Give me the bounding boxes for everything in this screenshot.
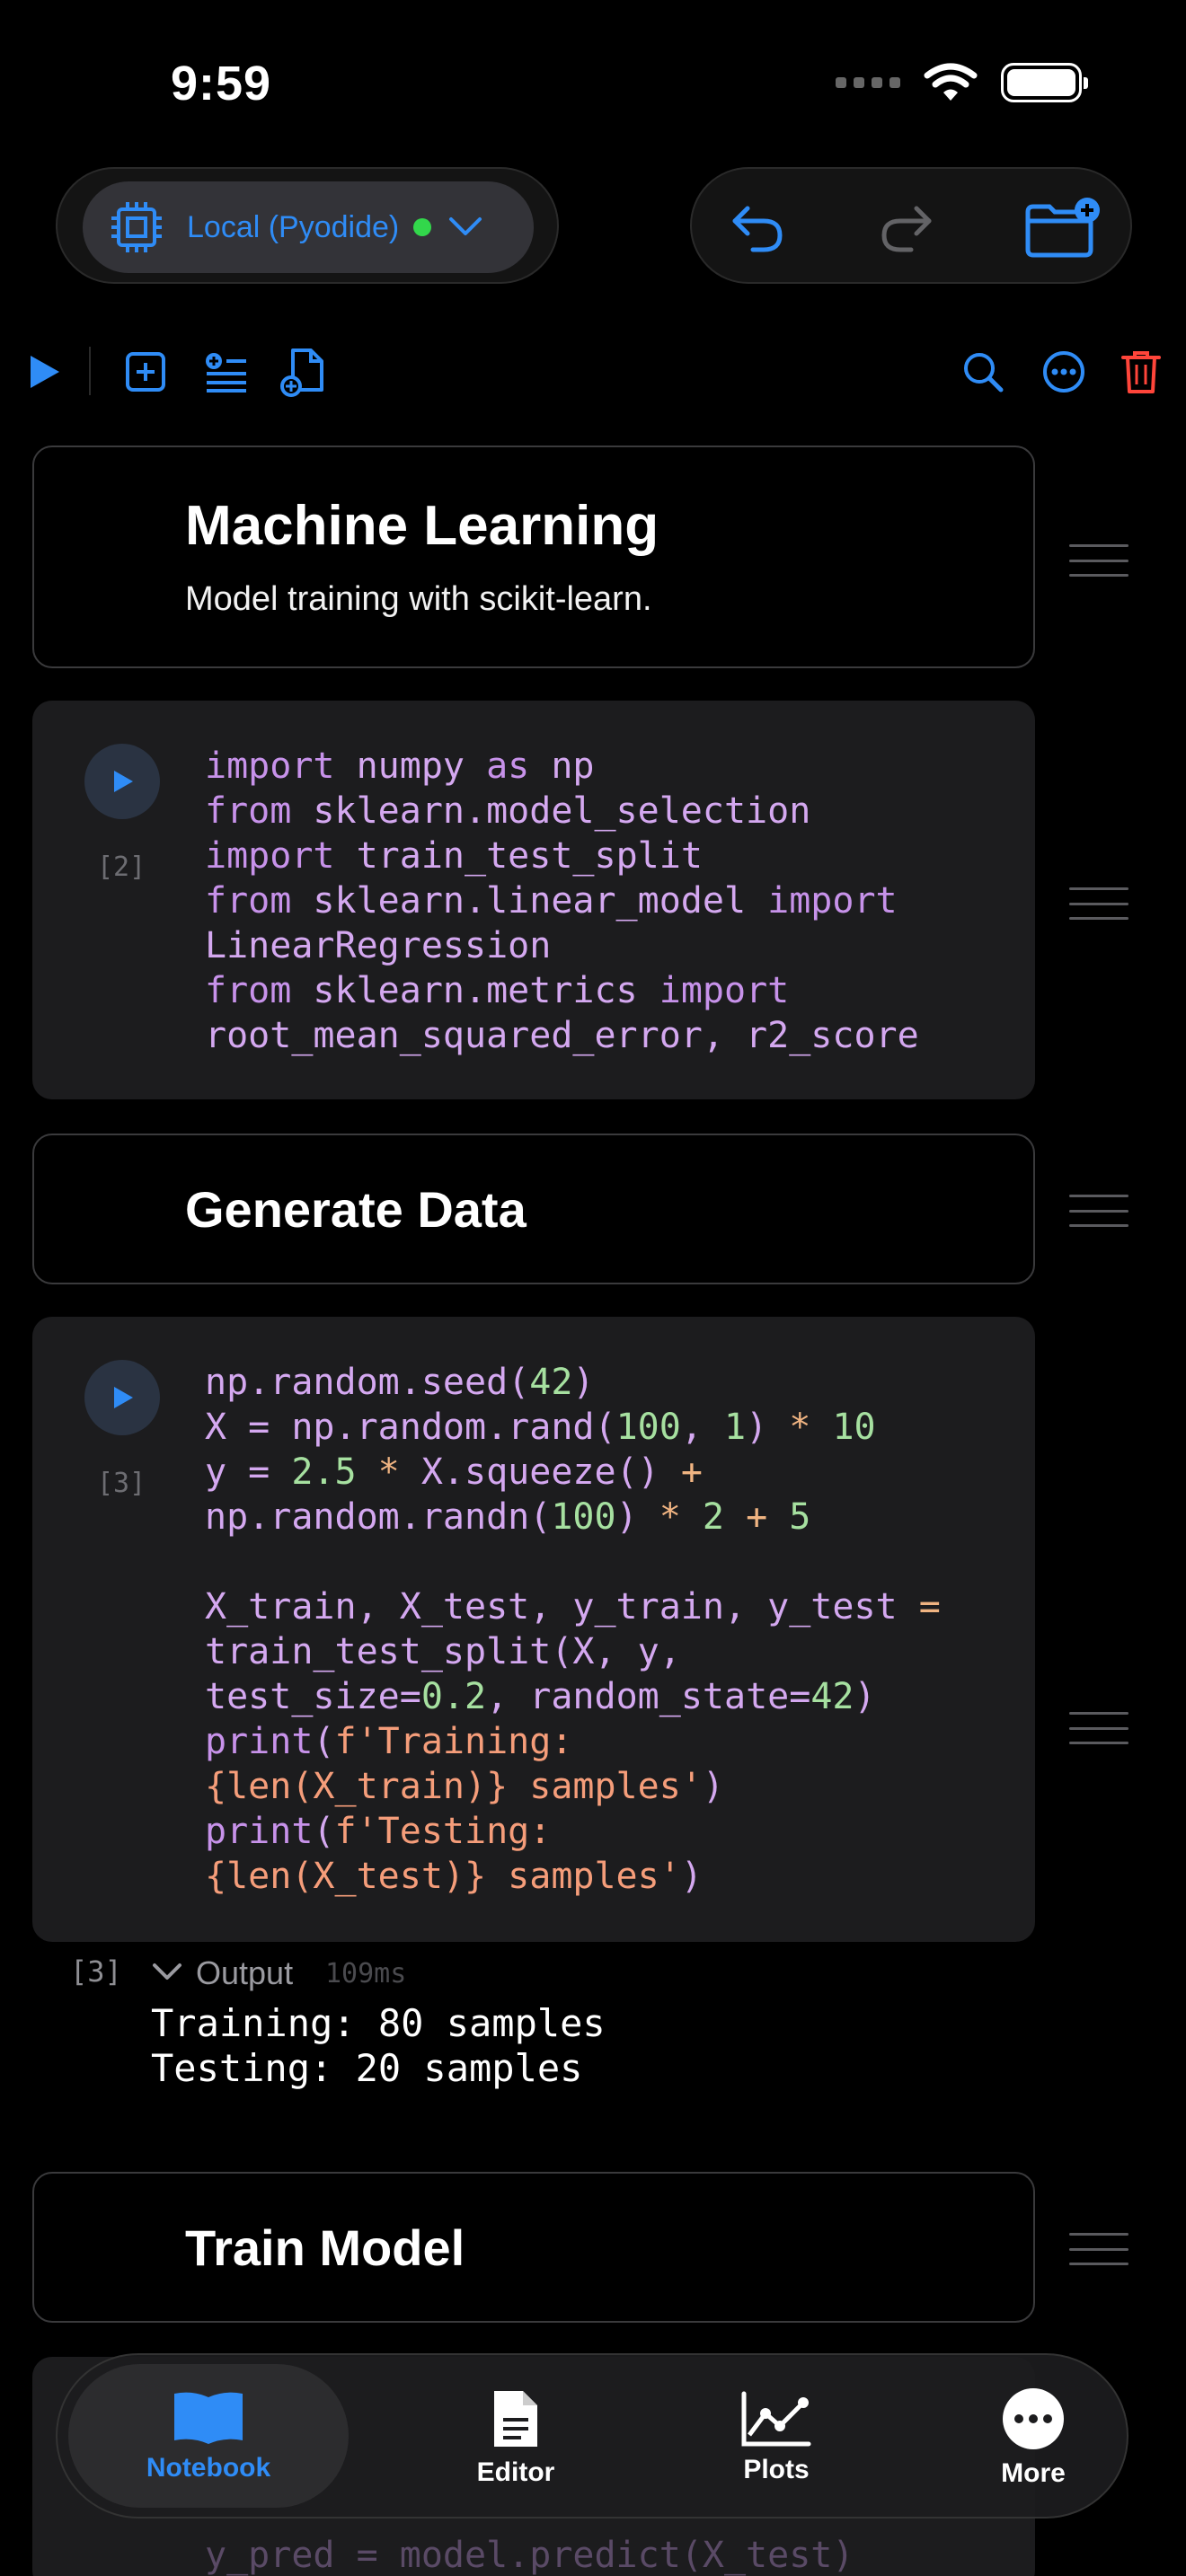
drag-handle[interactable]	[1069, 1712, 1128, 1744]
markdown-cell[interactable]: Machine Learning Model training with sci…	[32, 446, 1035, 668]
bottom-tab-bar: Notebook Editor Plots More	[56, 2353, 1128, 2519]
markdown-cell[interactable]: Generate Data	[32, 1134, 1035, 1284]
run-cell-button[interactable]	[84, 744, 160, 819]
markdown-subtitle: Model training with scikit-learn.	[185, 580, 652, 618]
runtime-selector[interactable]: Local (Pyodide)	[83, 181, 534, 273]
output-duration: 109ms	[325, 1958, 407, 1989]
plus-square-icon	[126, 352, 165, 392]
runtime-container: Local (Pyodide)	[56, 167, 559, 284]
code-editor[interactable]: np.random.seed(42) X = np.random.rand(10…	[205, 1360, 941, 1899]
toolbar-divider	[89, 347, 91, 395]
book-icon	[174, 2392, 243, 2444]
markdown-heading: Machine Learning	[185, 495, 659, 557]
play-icon	[31, 356, 59, 388]
tab-label: More	[1001, 2458, 1066, 2488]
code-cell[interactable]: [2] import numpy as np from sklearn.mode…	[32, 701, 1035, 1099]
undo-icon	[732, 206, 783, 252]
document-plus-icon	[280, 348, 323, 397]
list-plus-icon	[206, 353, 246, 393]
add-cell-button[interactable]	[119, 345, 173, 399]
drag-handle[interactable]	[1069, 1195, 1128, 1227]
chart-icon	[741, 2391, 811, 2447]
status-icons	[836, 63, 1088, 102]
history-pill	[690, 167, 1132, 284]
redo-button[interactable]	[875, 196, 938, 259]
undo-button[interactable]	[726, 196, 789, 259]
folder-plus-icon	[1025, 198, 1100, 258]
redo-icon	[881, 206, 932, 252]
markdown-heading: Train Model	[185, 2219, 465, 2276]
add-markdown-button[interactable]	[199, 345, 253, 399]
cpu-chip-icon	[111, 202, 162, 252]
document-icon	[494, 2391, 537, 2447]
delete-button[interactable]	[1114, 345, 1168, 399]
search-icon	[964, 353, 1004, 393]
new-file-button[interactable]	[277, 345, 331, 399]
chevron-down-icon[interactable]	[151, 1962, 183, 1983]
ellipsis-circle-icon	[1043, 351, 1084, 393]
markdown-heading: Generate Data	[185, 1181, 527, 1238]
execution-count: [3]	[97, 1468, 146, 1499]
status-time: 9:59	[171, 57, 272, 110]
code-peek: y_pred = model.predict(X_test)	[205, 2535, 854, 2576]
markdown-cell[interactable]: Train Model	[32, 2172, 1035, 2323]
play-icon	[114, 771, 133, 792]
tab-more[interactable]: More	[934, 2355, 1132, 2520]
execution-count: [2]	[97, 851, 146, 883]
code-editor[interactable]: import numpy as np from sklearn.model_se…	[205, 744, 919, 1058]
ellipsis-icon	[1003, 2388, 1064, 2449]
tab-plots[interactable]: Plots	[677, 2355, 875, 2520]
trash-icon	[1121, 351, 1161, 393]
drag-handle[interactable]	[1069, 544, 1128, 577]
more-options-button[interactable]	[1037, 345, 1091, 399]
search-button[interactable]	[956, 345, 1010, 399]
output-text: Training: 80 samples Testing: 20 samples	[151, 2001, 606, 2090]
wifi-icon	[924, 63, 978, 101]
run-all-button[interactable]	[16, 345, 70, 399]
tab-editor[interactable]: Editor	[417, 2355, 615, 2520]
tab-label: Notebook	[146, 2453, 271, 2483]
tab-label: Plots	[743, 2455, 810, 2484]
signal-dots-icon	[836, 77, 900, 88]
drag-handle[interactable]	[1069, 2233, 1128, 2265]
runtime-status-dot	[413, 218, 432, 236]
output-execution-count: [3]	[70, 1954, 122, 1989]
output-toggle-label[interactable]: Output	[196, 1954, 293, 1992]
tab-notebook[interactable]: Notebook	[68, 2364, 349, 2508]
tab-label: Editor	[476, 2457, 555, 2487]
runtime-label: Local (Pyodide)	[187, 209, 400, 244]
battery-icon	[1001, 63, 1088, 102]
new-folder-button[interactable]	[1022, 196, 1105, 259]
chevron-down-icon	[449, 217, 482, 235]
code-cell[interactable]: [3] np.random.seed(42) X = np.random.ran…	[32, 1317, 1035, 1942]
run-cell-button[interactable]	[84, 1360, 160, 1435]
play-icon	[114, 1387, 133, 1408]
drag-handle[interactable]	[1069, 887, 1128, 920]
